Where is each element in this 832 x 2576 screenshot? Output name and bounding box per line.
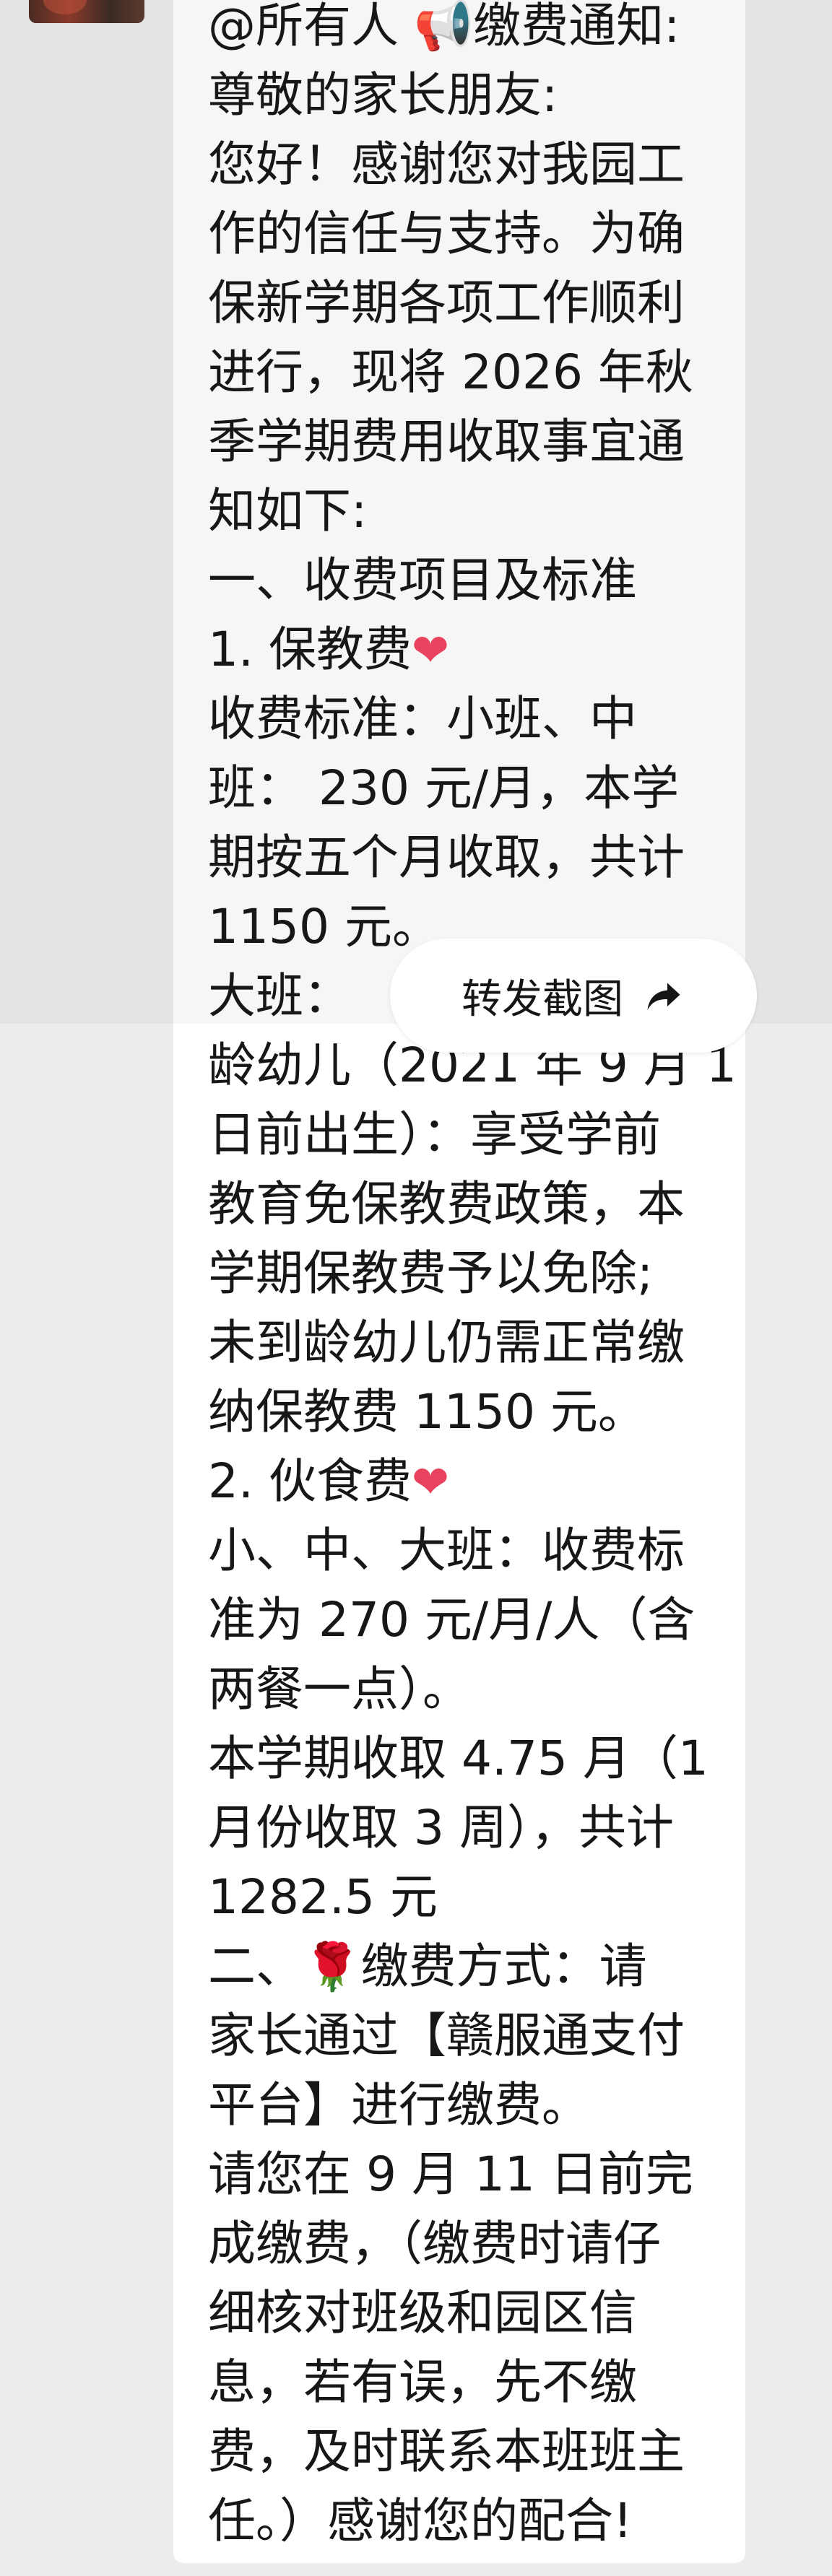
message-line: 缴费方式：请: [360, 1938, 647, 1994]
message-line: 知如下:: [208, 483, 368, 539]
message-line: 尊敬的家长朋友:: [208, 67, 558, 123]
message-line: 保新学期各项工作顺利: [208, 275, 685, 331]
message-line: 2. 伙食费: [208, 1453, 412, 1509]
share-arrow-icon: [647, 983, 680, 1010]
sender-avatar[interactable]: [29, 0, 144, 23]
message-line: 期按五个月收取，共计: [208, 830, 685, 885]
message-line-with-emoji: 二、🌹缴费方式：请: [208, 1932, 647, 2001]
message-line: 1. 保教费: [208, 622, 412, 677]
message-line: 收费标准：小班、中: [208, 691, 637, 747]
message-line: 本学期收取 4.75 月（1: [208, 1731, 708, 1786]
message-line: 未到龄幼儿仍需正常缴: [208, 1315, 685, 1370]
message-line: 您好！感谢您对我园工: [208, 136, 685, 192]
message-line: 准为 270 元/月/人（含: [208, 1592, 696, 1648]
message-line: 月份收取 3 周），共计: [208, 1800, 674, 1855]
message-line: 学期保教费予以免除;: [208, 1245, 654, 1301]
message-line: 细核对班级和园区信: [208, 2285, 637, 2341]
message-line: 季学期费用收取事宜通: [208, 414, 685, 469]
message-line: 二、: [208, 1938, 303, 1994]
forward-screenshot-label: 转发截图: [462, 975, 623, 1023]
rose-emoji-icon: 🌹: [303, 1941, 361, 1994]
message-line: 教育免保教费政策，本: [208, 1176, 685, 1232]
message-line-with-emoji: 2. 伙食费❤: [208, 1447, 449, 1516]
message-line: @所有人 📢缴费通知:: [208, 0, 680, 53]
message-line: 两餐一点）。: [208, 1661, 470, 1717]
heart-emoji-icon: ❤: [411, 624, 449, 676]
message-line: 家长通过【赣服通支付: [208, 2008, 685, 2063]
message-line: 班： 230 元/月，本学: [208, 760, 680, 816]
message-line: 纳保教费 1150 元。: [208, 1384, 646, 1440]
message-line: 任。）感谢您的配合!: [208, 2493, 633, 2549]
message-line: 进行，现将 2026 年秋: [208, 344, 693, 400]
message-line: 大班：: [208, 968, 351, 1024]
message-line: 日前出生）：享受学前: [208, 1107, 661, 1162]
message-line: 平台】进行缴费。: [208, 2077, 589, 2133]
message-line: 1282.5 元: [208, 1869, 438, 1925]
message-line-with-emoji: 1. 保教费❤: [208, 615, 449, 684]
message-line: 成缴费，（缴费时请仔: [208, 2216, 661, 2271]
message-line: 一、收费项目及标准: [208, 552, 637, 608]
heart-emoji-icon: ❤: [411, 1455, 449, 1508]
message-line: 息，若有误，先不缴: [208, 2354, 637, 2410]
message-line: 1150 元。: [208, 899, 440, 954]
message-line: 费，及时联系本班班主: [208, 2424, 685, 2479]
forward-screenshot-button[interactable]: 转发截图: [390, 939, 757, 1053]
message-line: 请您在 9 月 11 日前完: [208, 2146, 693, 2202]
message-line: 作的信任与支持。为确: [208, 206, 685, 261]
message-line: 小、中、大班：收费标: [208, 1523, 685, 1578]
